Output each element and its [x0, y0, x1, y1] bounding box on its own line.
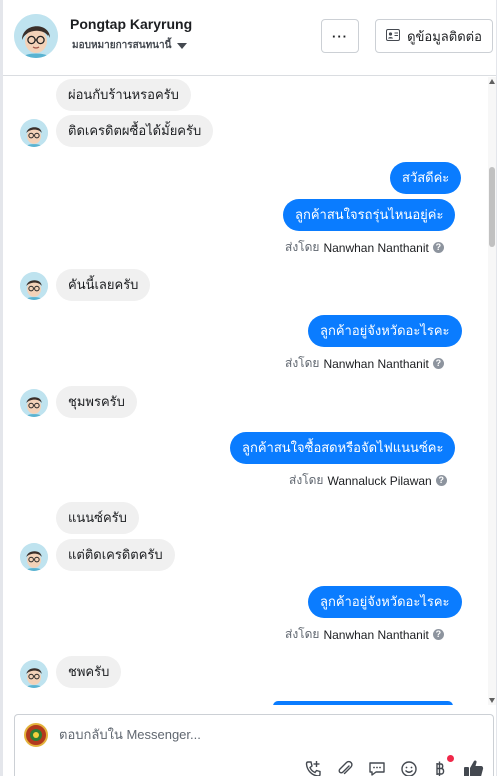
sent-by-label: ส่งโดย Wannaluck Pilawan ? — [289, 471, 447, 490]
contact-avatar-small — [20, 543, 48, 571]
incoming-message: ผ่อนกับร้านหรอครับ — [56, 79, 191, 111]
agent-name[interactable]: Nanwhan Nanthanit — [323, 241, 428, 255]
contact-avatar-small — [20, 272, 48, 300]
assign-label: มอบหมายการสนทนานี้ — [72, 40, 172, 51]
contact-name[interactable]: Pongtap Karyrung — [70, 16, 192, 32]
help-icon[interactable]: ? — [432, 242, 444, 253]
contact-avatar-small — [20, 119, 48, 147]
contact-card-icon — [386, 28, 401, 44]
page-avatar — [24, 723, 48, 747]
agent-name[interactable]: Wannaluck Pilawan — [327, 474, 431, 488]
view-contact-button[interactable]: ดูข้อมูลติดต่อ — [375, 19, 493, 53]
outgoing-message: ลูกค้าอยู่จังหวัดอะไรคะ — [308, 586, 462, 618]
reply-input[interactable] — [59, 727, 359, 742]
help-icon[interactable]: ? — [432, 629, 444, 640]
sent-by-label: ส่งโดย Nanwhan Nanthanit ? — [285, 625, 444, 644]
contact-avatar[interactable] — [14, 14, 58, 58]
chevron-down-icon — [177, 42, 188, 49]
sent-by-label: ส่งโดย Nanwhan Nanthanit ? — [285, 238, 444, 257]
agent-name[interactable]: Nanwhan Nanthanit — [323, 357, 428, 371]
outgoing-message: ลูกค้าสนใจรถรุ่นไหนอยู่ค่ะ — [283, 199, 456, 231]
emoji-icon[interactable] — [399, 759, 419, 776]
assign-conversation-dropdown[interactable]: มอบหมายการสนทนานี้ — [72, 38, 188, 53]
scroll-thumb[interactable] — [489, 167, 495, 247]
sent-by-prefix: ส่งโดย — [285, 627, 320, 641]
outgoing-message-partial — [273, 701, 453, 705]
sent-by-prefix: ส่งโดย — [289, 473, 324, 487]
sent-by-prefix: ส่งโดย — [285, 240, 320, 254]
scroll-down-arrow-icon[interactable] — [489, 698, 495, 703]
more-options-button[interactable]: ··· — [321, 19, 359, 53]
phone-plus-icon[interactable] — [303, 759, 323, 776]
scroll-up-arrow-icon[interactable] — [489, 79, 495, 84]
incoming-message: ติดเครดิตผซื้อได้มั้ยครับ — [56, 115, 214, 147]
help-icon[interactable]: ? — [432, 358, 444, 369]
help-icon[interactable]: ? — [435, 475, 447, 486]
reply-composer — [14, 714, 494, 776]
conversation-header: Pongtap Karyrung มอบหมายการสนทนานี้ ··· … — [3, 0, 496, 76]
contact-avatar-small — [20, 389, 48, 417]
contact-avatar-small — [20, 660, 48, 688]
sent-by-label: ส่งโดย Nanwhan Nanthanit ? — [285, 354, 444, 373]
incoming-message: คันนี้เลยครับ — [56, 269, 151, 301]
incoming-message: ชุมพรครับ — [56, 386, 137, 418]
outgoing-message: ลูกค้าสนใจซื้อสดหรือจัดไฟแนนซ์คะ — [230, 432, 456, 464]
outgoing-message: ลูกค้าอยู่จังหวัดอะไรคะ — [308, 315, 462, 347]
sent-by-prefix: ส่งโดย — [285, 356, 320, 370]
chat-bubble-icon[interactable] — [367, 759, 387, 776]
agent-name[interactable]: Nanwhan Nanthanit — [323, 628, 428, 642]
notification-dot — [447, 755, 454, 762]
incoming-message: ชพครับ — [56, 656, 122, 688]
baht-icon[interactable] — [430, 759, 450, 776]
message-scrollbar[interactable] — [488, 77, 496, 705]
paperclip-icon[interactable] — [335, 759, 355, 776]
incoming-message: แนนซ์ครับ — [56, 502, 139, 534]
incoming-message: แต่ติดเครดิตครับ — [56, 539, 175, 571]
view-contact-label: ดูข้อมูลติดต่อ — [407, 28, 482, 44]
thumbs-up-icon[interactable] — [462, 759, 486, 776]
message-list[interactable]: ผ่อนกับร้านหรอครับ ติดเครดิตผซื้อได้มั้ย… — [3, 77, 487, 705]
outgoing-message: สวัสดีค่ะ — [390, 162, 462, 194]
